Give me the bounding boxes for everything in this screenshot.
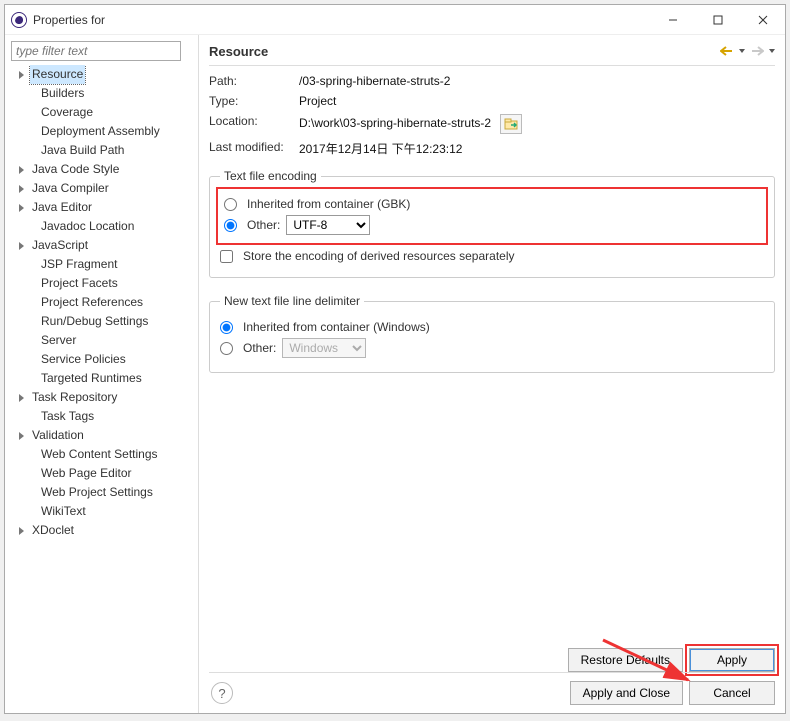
tree-item[interactable]: Task Repository [11,388,194,407]
tree-item-label: JavaScript [30,236,90,255]
tree-item[interactable]: Web Content Settings [11,445,194,464]
restore-defaults-button[interactable]: Restore Defaults [568,648,683,672]
back-button[interactable] [719,43,735,59]
tree-item[interactable]: Builders [11,84,194,103]
path-label: Path: [209,74,299,88]
tree-item-label: JSP Fragment [39,255,119,274]
tree-item-label: Javadoc Location [39,217,136,236]
eclipse-icon [11,12,27,28]
tree-item-label: Task Repository [30,388,119,407]
tree-item[interactable]: JSP Fragment [11,255,194,274]
tree-item[interactable]: Project Facets [11,274,194,293]
tree-item[interactable]: XDoclet [11,521,194,540]
show-in-explorer-button[interactable] [500,114,522,134]
tree-item[interactable]: Javadoc Location [11,217,194,236]
category-tree[interactable]: ResourceBuildersCoverageDeployment Assem… [11,65,194,707]
tree-item[interactable]: Web Page Editor [11,464,194,483]
tree-item-label: Project Facets [39,274,120,293]
tree-item[interactable]: Task Tags [11,407,194,426]
tree-item-label: Project References [39,293,145,312]
tree-item-label: Service Policies [39,350,128,369]
encoding-other-label[interactable]: Other: [247,218,280,232]
apply-button[interactable]: Apply [689,648,775,672]
title-bar: Properties for [5,5,785,35]
encoding-select[interactable]: UTF-8 [286,215,370,235]
page-title: Resource [209,44,268,59]
filter-input[interactable] [11,41,181,61]
help-button[interactable]: ? [211,682,233,704]
forward-button[interactable] [749,43,765,59]
tree-item-label: Task Tags [39,407,96,426]
encoding-inherited-label[interactable]: Inherited from container (GBK) [247,197,410,211]
lastmod-value: 2017年12月14日 下午12:23:12 [299,140,775,157]
maximize-button[interactable] [695,6,740,34]
main-panel: Resource Path: /03-spring-hibernate-stru… [199,35,785,713]
tree-item[interactable]: Resource [11,65,194,84]
tree-item-label: Resource [30,65,85,84]
tree-item-label: Web Project Settings [39,483,155,502]
tree-item[interactable]: Java Build Path [11,141,194,160]
tree-item[interactable]: Java Code Style [11,160,194,179]
back-menu-icon[interactable] [739,49,745,53]
tree-item-label: Coverage [39,103,95,122]
store-derived-label[interactable]: Store the encoding of derived resources … [243,249,515,263]
type-label: Type: [209,94,299,108]
tree-item-label: Targeted Runtimes [39,369,144,388]
minimize-button[interactable] [650,6,695,34]
location-value: D:\work\03-spring-hibernate-struts-2 [299,114,775,134]
tree-item-label: Validation [30,426,86,445]
location-label: Location: [209,114,299,134]
path-value: /03-spring-hibernate-struts-2 [299,74,775,88]
tree-item-label: Run/Debug Settings [39,312,150,331]
tree-item[interactable]: Deployment Assembly [11,122,194,141]
delimiter-group: New text file line delimiter Inherited f… [209,294,775,373]
tree-item-label: Web Page Editor [39,464,134,483]
tree-item-label: WikiText [39,502,88,521]
tree-item-label: Java Compiler [30,179,111,198]
tree-item[interactable]: Targeted Runtimes [11,369,194,388]
tree-item-label: XDoclet [30,521,76,540]
delimiter-select: Windows [282,338,366,358]
tree-item[interactable]: Java Compiler [11,179,194,198]
apply-and-close-button[interactable]: Apply and Close [570,681,683,705]
tree-item-label: Java Build Path [39,141,126,160]
tree-item[interactable]: Server [11,331,194,350]
tree-item[interactable]: Java Editor [11,198,194,217]
tree-item-label: Builders [39,84,86,103]
store-derived-checkbox[interactable] [220,250,233,263]
delimiter-other-radio[interactable] [220,342,233,355]
tree-item-label: Web Content Settings [39,445,160,464]
tree-item[interactable]: Web Project Settings [11,483,194,502]
delimiter-legend: New text file line delimiter [220,294,364,308]
tree-item[interactable]: Project References [11,293,194,312]
tree-item-label: Java Code Style [30,160,121,179]
delimiter-other-label[interactable]: Other: [243,341,276,355]
forward-menu-icon[interactable] [769,49,775,53]
tree-item[interactable]: Coverage [11,103,194,122]
tree-item[interactable]: WikiText [11,502,194,521]
close-button[interactable] [740,6,785,34]
tree-item[interactable]: JavaScript [11,236,194,255]
encoding-legend: Text file encoding [220,169,321,183]
tree-item[interactable]: Service Policies [11,350,194,369]
lastmod-label: Last modified: [209,140,299,157]
sidebar: ResourceBuildersCoverageDeployment Assem… [5,35,199,713]
cancel-button[interactable]: Cancel [689,681,775,705]
tree-item-label: Java Editor [30,198,94,217]
window-title: Properties for [33,13,105,27]
tree-item[interactable]: Run/Debug Settings [11,312,194,331]
encoding-other-radio[interactable] [224,219,237,232]
tree-item-label: Deployment Assembly [39,122,162,141]
tree-item-label: Server [39,331,78,350]
delimiter-inherited-radio[interactable] [220,321,233,334]
delimiter-inherited-label[interactable]: Inherited from container (Windows) [243,320,430,334]
type-value: Project [299,94,775,108]
encoding-inherited-radio[interactable] [224,198,237,211]
encoding-group: Text file encoding Inherited from contai… [209,169,775,278]
tree-item[interactable]: Validation [11,426,194,445]
